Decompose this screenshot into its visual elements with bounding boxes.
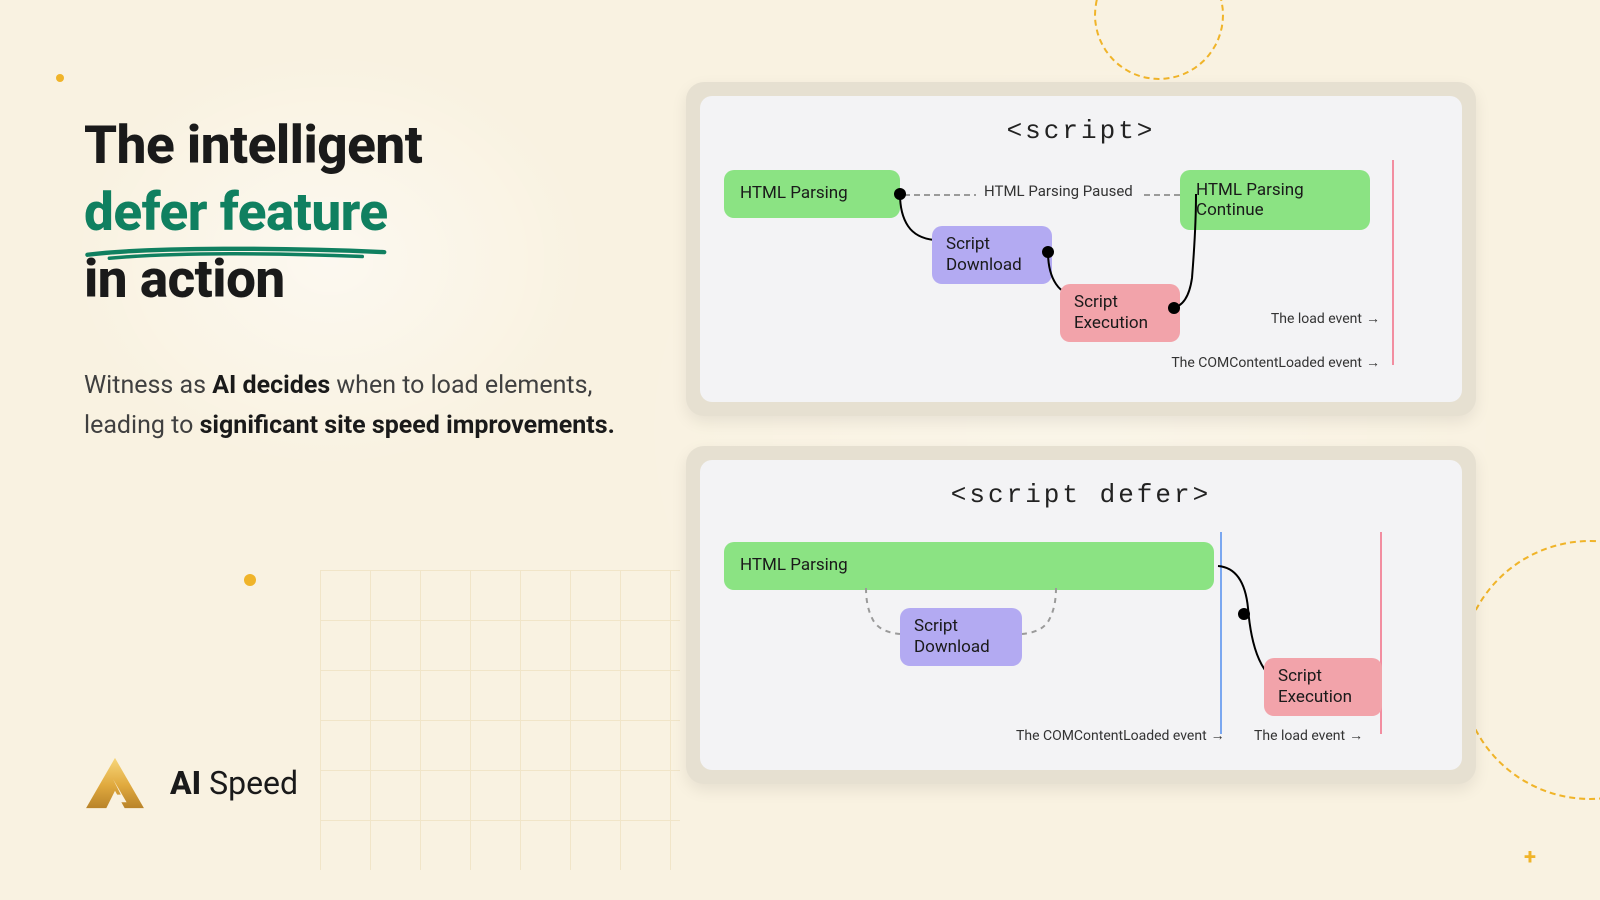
dashed-circle-top	[1094, 0, 1224, 80]
heading-line-1: The intelligent	[84, 114, 422, 176]
panel-script-title: <script>	[720, 116, 1442, 146]
heading-accent-text: defer feature	[84, 181, 388, 243]
arrow-icon: →	[1211, 728, 1225, 744]
note-load-text: The load event	[1271, 311, 1362, 327]
note-dom-event: The COMContentLoaded event→	[1171, 354, 1380, 371]
panel-script-inner: <script> HTML Parsing HTML Parsing Pause…	[700, 96, 1462, 402]
brand: AI Speed	[84, 756, 298, 810]
panel-script-defer: <script defer> HTML Parsing Script Downl…	[686, 446, 1476, 784]
page-title: The intelligent defer feature in action	[84, 112, 624, 312]
note-load-event: The load event→	[1271, 310, 1380, 327]
arrow-icon: →	[1349, 728, 1363, 744]
arrow-icon: →	[1366, 355, 1380, 371]
panel-defer-title: <script defer>	[720, 480, 1442, 510]
panel-defer-timeline: HTML Parsing Script Download Script Exec…	[720, 528, 1442, 742]
label-html-continue: HTML Parsing Continue	[1196, 180, 1354, 221]
subhead-b1: AI decides	[212, 371, 330, 400]
panel-script: <script> HTML Parsing HTML Parsing Pause…	[686, 82, 1476, 416]
label-defer-html-parsing: HTML Parsing	[740, 555, 848, 576]
panel-defer-inner: <script defer> HTML Parsing Script Downl…	[700, 460, 1462, 770]
brand-logo-icon	[84, 756, 146, 810]
block-defer-script-execution: Script Execution	[1264, 658, 1382, 716]
label-defer-script-execution: Script Execution	[1278, 666, 1368, 709]
block-html-continue: HTML Parsing Continue	[1180, 170, 1370, 230]
gold-dot-2	[56, 74, 64, 82]
block-script-download: Script Download	[932, 226, 1052, 284]
note-defer-load-text: The load event	[1254, 728, 1345, 744]
load-event-line	[1392, 160, 1394, 365]
note-defer-load: The load event→	[1254, 727, 1363, 744]
subhead-t1: Witness as	[84, 371, 212, 400]
brand-name-bold: AI	[170, 764, 201, 802]
note-dom-text: The COMContentLoaded event	[1171, 355, 1362, 371]
note-defer-dom: The COMContentLoaded event→	[1016, 727, 1225, 744]
block-html-parsing: HTML Parsing	[724, 170, 900, 218]
block-defer-html-parsing: HTML Parsing	[724, 542, 1214, 590]
defer-dash-right	[1020, 586, 1060, 638]
left-column: The intelligent defer feature in action …	[84, 112, 624, 446]
label-script-download: Script Download	[946, 234, 1038, 277]
label-defer-script-download: Script Download	[914, 616, 1008, 659]
heading-accent: defer feature	[84, 179, 388, 246]
node-2	[1042, 246, 1054, 258]
node-1	[894, 188, 906, 200]
connector-3	[1170, 188, 1200, 312]
label-html-parsing: HTML Parsing	[740, 183, 848, 204]
block-script-execution: Script Execution	[1060, 284, 1180, 342]
plus-icon: +	[1524, 845, 1536, 870]
node-3	[1168, 302, 1180, 314]
brand-name-rest: Speed	[201, 764, 298, 802]
subhead-b2: significant site speed improvements.	[200, 411, 615, 440]
defer-dash-left	[864, 586, 904, 638]
defer-node	[1238, 608, 1250, 620]
right-column: <script> HTML Parsing HTML Parsing Pause…	[686, 82, 1476, 814]
block-defer-script-download: Script Download	[900, 608, 1022, 666]
arrow-icon: →	[1366, 311, 1380, 327]
label-parsing-paused: HTML Parsing Paused	[976, 182, 1141, 200]
label-script-execution: Script Execution	[1074, 292, 1166, 335]
note-defer-dom-text: The COMContentLoaded event	[1016, 728, 1207, 744]
subheading: Witness as AI decides when to load eleme…	[84, 366, 624, 446]
bg-grid	[320, 570, 680, 870]
dashed-circle-right	[1460, 540, 1600, 800]
gold-dot-1	[244, 574, 256, 586]
underline-icon	[84, 246, 388, 260]
panel-script-timeline: HTML Parsing HTML Parsing Paused HTML Pa…	[720, 164, 1442, 374]
brand-name: AI Speed	[170, 764, 298, 802]
